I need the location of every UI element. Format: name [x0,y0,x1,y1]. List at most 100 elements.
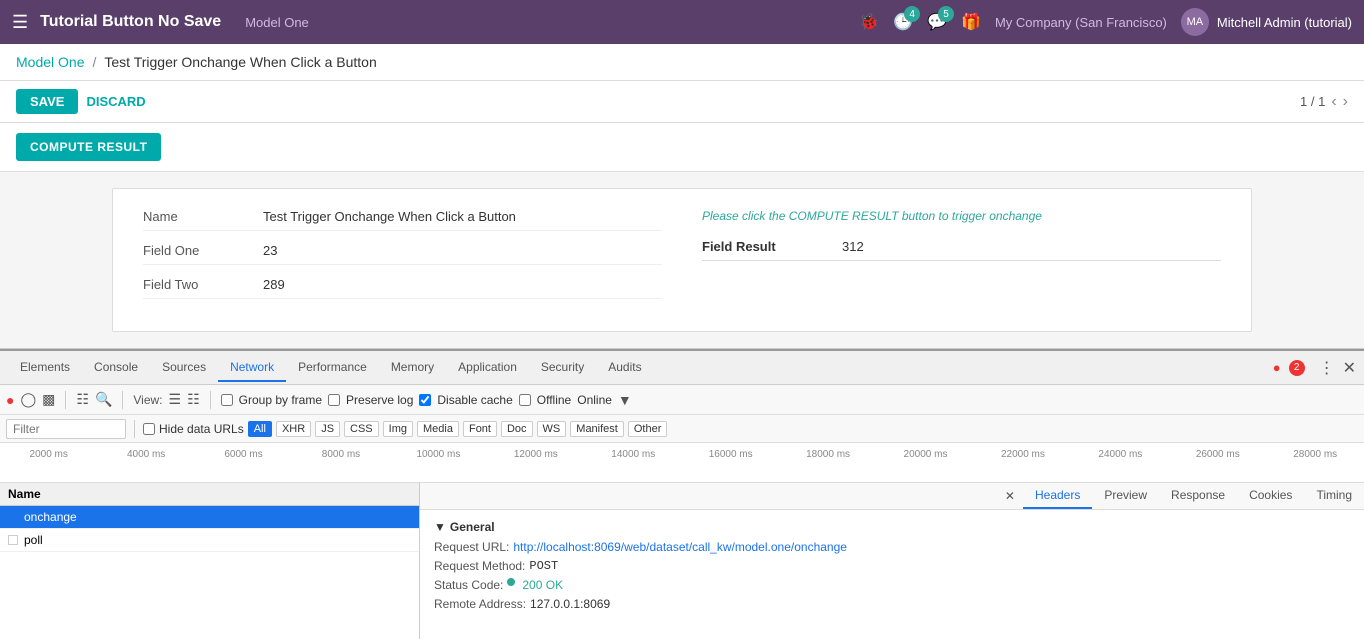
field-two-label: Field Two [143,277,263,292]
request-url-label: Request URL: [434,540,509,554]
record-icon[interactable]: ● [6,392,14,408]
next-page-button[interactable]: › [1343,93,1348,111]
grid-icon[interactable]: ☰ [12,12,28,33]
navbar: ☰ Tutorial Button No Save Model One 🐞 🕒 … [0,0,1364,44]
field-two-value: 289 [263,277,285,292]
filter-chip-img[interactable]: Img [383,421,413,437]
dropdown-arrow-icon[interactable]: ▼ [618,392,632,408]
tab-audits[interactable]: Audits [596,354,653,382]
general-section-title: General [450,520,495,534]
preserve-log-label: Preserve log [346,393,413,407]
clock-badge: 4 [904,6,920,22]
details-tab-timing[interactable]: Timing [1304,483,1364,509]
search-icon[interactable]: 🔍 [95,391,112,408]
field-result-value: 312 [842,239,864,254]
name-label: Name [143,209,263,224]
filter-chip-doc[interactable]: Doc [501,421,533,437]
details-tabs: ✕ Headers Preview Response Cookies Timin… [420,483,1364,510]
field-result-label: Field Result [702,239,842,254]
filter-chip-font[interactable]: Font [463,421,497,437]
filter-chip-js[interactable]: JS [315,421,340,437]
bug-icon[interactable]: 🐞 [859,12,879,32]
user-name: Mitchell Admin (tutorial) [1217,15,1352,30]
breadcrumb-current: Test Trigger Onchange When Click a Butto… [104,54,376,70]
details-tab-response[interactable]: Response [1159,483,1237,509]
view-label: View: [133,393,162,407]
form-area: Name Test Trigger Onchange When Click a … [0,172,1364,349]
group-by-frame-label: Group by frame [239,393,322,407]
hide-data-urls-label: Hide data URLs [159,422,244,436]
compute-bar: COMPUTE RESULT [0,123,1364,172]
hide-data-urls-checkbox[interactable] [143,423,155,435]
status-dot-icon [507,578,515,586]
discard-button[interactable]: DISCARD [86,94,145,109]
offline-checkbox[interactable] [519,394,531,406]
tab-elements[interactable]: Elements [8,354,82,382]
tab-security[interactable]: Security [529,354,596,382]
model-name: Model One [245,15,309,30]
request-url-row: Request URL: http://localhost:8069/web/d… [434,540,1350,554]
request-method-value: POST [529,559,558,573]
remote-address-row: Remote Address: 127.0.0.1:8069 [434,597,1350,611]
form-card: Name Test Trigger Onchange When Click a … [112,188,1252,332]
tl-24000: 24000 ms [1072,449,1169,460]
tl-28000: 28000 ms [1266,449,1363,460]
app-title: Tutorial Button No Save [40,13,221,31]
details-close-button[interactable]: ✕ [997,485,1023,507]
general-arrow-icon[interactable]: ▼ [434,520,446,534]
page-info: 1 / 1 [1300,94,1325,109]
filter-input[interactable] [6,419,126,439]
filter-chip-other[interactable]: Other [628,421,668,437]
filter-chip-ws[interactable]: WS [537,421,567,437]
chat-icon[interactable]: 💬 5 [927,12,947,32]
tl-4000: 4000 ms [97,449,194,460]
chat-badge: 5 [938,6,954,22]
preserve-log-checkbox[interactable] [328,394,340,406]
tab-memory[interactable]: Memory [379,354,446,382]
view-grid-icon[interactable]: ☷ [187,391,200,408]
details-tab-cookies[interactable]: Cookies [1237,483,1304,509]
filter-chip-all[interactable]: All [248,421,272,437]
compute-result-button[interactable]: COMPUTE RESULT [16,133,161,161]
field-result-row: Field Result 312 [702,239,1221,261]
network-item-onchange[interactable]: onchange [0,506,419,529]
disable-cache-checkbox[interactable] [419,394,431,406]
filter-chip-media[interactable]: Media [417,421,459,437]
filter-chip-xhr[interactable]: XHR [276,421,311,437]
devtools-close-icon[interactable]: ✕ [1343,358,1356,378]
tab-sources[interactable]: Sources [150,354,218,382]
prev-page-button[interactable]: ‹ [1331,93,1336,111]
user-menu[interactable]: MA Mitchell Admin (tutorial) [1181,8,1352,36]
view-list-icon[interactable]: ☰ [169,391,182,408]
filter-chip-css[interactable]: CSS [344,421,379,437]
details-tab-headers[interactable]: Headers [1023,483,1092,509]
tl-26000: 26000 ms [1169,449,1266,460]
clear-icon[interactable]: ◯ [20,391,36,408]
company-name[interactable]: My Company (San Francisco) [995,15,1167,30]
network-item-poll[interactable]: poll [0,529,419,552]
request-method-row: Request Method: POST [434,559,1350,573]
filter-chip-manifest[interactable]: Manifest [570,421,624,437]
navbar-icons: 🐞 🕒 4 💬 5 🎁 My Company (San Francisco) M… [859,8,1352,36]
remote-address-value: 127.0.0.1:8069 [530,597,610,611]
field-one-label: Field One [143,243,263,258]
filter-icon[interactable]: ☷ [76,391,89,408]
gift-icon[interactable]: 🎁 [961,12,981,32]
tab-performance[interactable]: Performance [286,354,379,382]
tab-network[interactable]: Network [218,354,286,382]
timeline-labels: 2000 ms 4000 ms 6000 ms 8000 ms 10000 ms… [0,449,1364,460]
camera-icon[interactable]: ▩ [42,391,55,408]
general-section: ▼ General Request URL: http://localhost:… [420,510,1364,626]
form-right: Please click the COMPUTE RESULT button t… [702,209,1221,311]
tab-application[interactable]: Application [446,354,529,382]
name-field-row: Name Test Trigger Onchange When Click a … [143,209,662,231]
details-tab-preview[interactable]: Preview [1092,483,1159,509]
devtools-more-icon[interactable]: ⋮ [1319,358,1335,378]
tl-10000: 10000 ms [390,449,487,460]
breadcrumb-link[interactable]: Model One [16,54,84,70]
save-button[interactable]: SAVE [16,89,78,114]
clock-icon[interactable]: 🕒 4 [893,12,913,32]
tab-console[interactable]: Console [82,354,150,382]
devtools-main: Name onchange poll ✕ Headers Preview Res… [0,483,1364,639]
group-by-frame-checkbox[interactable] [221,394,233,406]
